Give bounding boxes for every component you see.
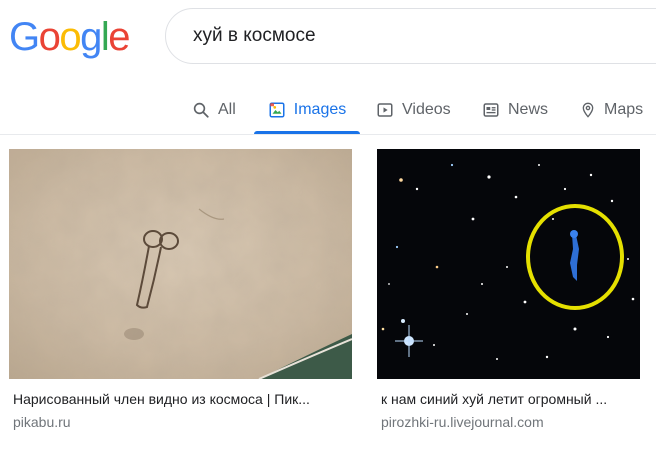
- result-title-1[interactable]: Нарисованный член видно из космоса | Пик…: [13, 391, 351, 407]
- logo-letter-g2: g: [80, 15, 102, 59]
- map-pin-icon: [582, 102, 594, 118]
- result-title-2[interactable]: к нам синий хуй летит огромный ...: [381, 391, 640, 407]
- logo-letter-g: G: [9, 15, 40, 59]
- tab-label-maps: Maps: [604, 101, 644, 118]
- tab-maps[interactable]: Maps: [580, 86, 643, 134]
- google-logo[interactable]: Google: [9, 15, 130, 60]
- search-box[interactable]: хуй в космосе: [165, 8, 656, 64]
- logo-letter-o2: o: [59, 15, 81, 59]
- result-source-1[interactable]: pikabu.ru: [13, 414, 71, 430]
- search-tabs: All Images Videos News Maps: [0, 86, 656, 134]
- search-icon: [193, 102, 209, 118]
- tab-label-videos: Videos: [402, 101, 451, 118]
- video-icon: [377, 103, 393, 117]
- tab-label-images: Images: [293, 101, 347, 118]
- concrete-drawing-image: [9, 149, 352, 379]
- tab-label-all: All: [218, 101, 236, 118]
- active-tab-indicator: [254, 131, 360, 134]
- starfield-image: [377, 149, 640, 379]
- tab-images[interactable]: Images: [254, 86, 360, 134]
- logo-letter-l: l: [100, 15, 110, 59]
- tab-all[interactable]: All: [192, 86, 236, 134]
- search-input[interactable]: хуй в космосе: [193, 25, 316, 47]
- tab-videos[interactable]: Videos: [376, 86, 451, 134]
- header: Google хуй в космосе All Images Videos N…: [0, 0, 656, 135]
- tab-label-news: News: [508, 101, 549, 118]
- result-thumbnail-2[interactable]: [377, 149, 640, 379]
- image-icon: [269, 102, 285, 118]
- result-source-2[interactable]: pirozhki-ru.livejournal.com: [381, 414, 544, 430]
- logo-letter-e: e: [108, 15, 130, 59]
- logo-letter-o1: o: [38, 15, 61, 59]
- result-thumbnail-1[interactable]: [9, 149, 352, 379]
- tab-news[interactable]: News: [482, 86, 548, 134]
- news-icon: [483, 103, 499, 117]
